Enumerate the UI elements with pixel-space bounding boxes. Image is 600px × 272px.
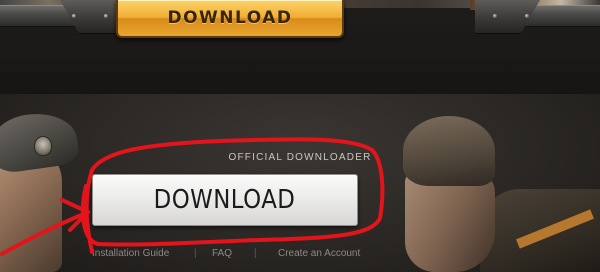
- rivet-icon: [104, 14, 108, 18]
- main-download-button[interactable]: DOWNLOAD: [92, 174, 358, 226]
- rivet-icon: [493, 14, 497, 18]
- soldier-illustration-left: [0, 94, 95, 272]
- header-band: DOWNLOAD: [0, 0, 600, 94]
- link-separator: |: [194, 248, 197, 259]
- link-separator: |: [254, 248, 257, 259]
- header-download-label: DOWNLOAD: [167, 8, 293, 28]
- rivet-icon: [525, 14, 529, 18]
- soldier-illustration-right: [395, 94, 600, 272]
- faq-link[interactable]: FAQ: [212, 248, 232, 259]
- header-download-button[interactable]: DOWNLOAD: [116, 0, 344, 38]
- rivet-icon: [72, 14, 76, 18]
- main-download-label: DOWNLOAD: [154, 185, 296, 215]
- header-metal-plate-right: [475, 0, 540, 34]
- soldier-right-face: [405, 172, 495, 272]
- create-account-link[interactable]: Create an Account: [278, 248, 360, 259]
- downloader-heading: OFFICIAL DOWNLOADER: [228, 152, 372, 163]
- soldier-right-cap: [403, 116, 495, 186]
- beret-badge-icon: [34, 136, 52, 156]
- installation-guide-link[interactable]: Installation Guide: [92, 248, 169, 259]
